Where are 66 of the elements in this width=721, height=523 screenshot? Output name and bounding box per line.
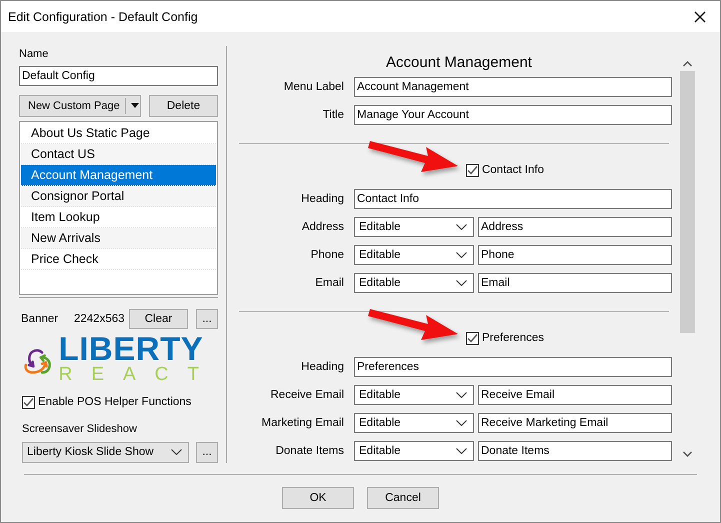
slideshow-dropdown[interactable]: Liberty Kiosk Slide Show [22,442,189,463]
mode-dropdown[interactable]: Editable [354,413,474,433]
page-list-item[interactable]: Price Check [21,248,216,270]
close-icon[interactable] [694,10,706,22]
text-field[interactable]: Receive Email [478,385,672,405]
chevron-down-icon [456,448,467,454]
text-field[interactable]: Manage Your Account [354,105,672,125]
page-list-item[interactable]: Consignor Portal [21,186,216,207]
banner-label: Banner [20,313,60,326]
mode-dropdown[interactable]: Editable [354,273,474,293]
field-label: Email [314,277,344,289]
page-list-item[interactable]: Contact US [21,144,216,165]
field-label: Menu Label [282,81,344,93]
name-field[interactable]: Default Config [19,66,218,86]
chevron-down-icon [456,224,467,230]
mode-dropdown[interactable]: Editable [354,245,474,265]
mode-dropdown[interactable]: Editable [354,441,474,461]
caret-icon [130,103,139,108]
text-field[interactable]: Contact Info [354,189,672,209]
field-label: Heading [300,193,344,205]
cancel-button[interactable]: Cancel [367,487,439,509]
text-field[interactable]: Receive Marketing Email [478,413,672,433]
text-field[interactable]: Donate Items [478,441,672,461]
browse-button[interactable]: ... [196,442,218,463]
text-field[interactable]: Preferences [354,357,672,377]
logo-wordmark: LIBERTY [58,334,204,364]
chevron-down-icon [456,392,467,398]
checkbox[interactable] [466,164,479,176]
field-label: Donate Items [274,445,344,457]
field-label: Address [300,221,344,233]
ok-button[interactable]: OK [282,487,354,509]
field-label: Heading [300,361,344,373]
window-title: Edit Configuration - Default Config [8,10,198,24]
checkbox-label: Preferences [482,332,544,344]
mode-dropdown[interactable]: Editable [354,385,474,405]
clear-button[interactable]: Clear [129,309,188,330]
scrollbar-thumb[interactable] [680,71,694,333]
checkbox-label: Enable POS Helper Functions [38,396,192,408]
logo-subtitle: REACT [58,364,218,386]
new-custom-page-button[interactable]: New Custom Page [19,94,141,117]
text-field[interactable]: Email [478,273,672,293]
field-label: Marketing Email [260,417,344,429]
chevron-down-icon [456,252,467,258]
slideshow-label: Screensaver Slideshow [21,422,138,436]
browse-button[interactable]: ... [196,309,218,330]
scroll-down-icon[interactable] [682,451,692,457]
checkbox[interactable] [466,332,479,344]
page-list-item[interactable]: Account Management [21,164,216,186]
field-label: Title [322,109,344,121]
checkbox[interactable] [22,396,35,409]
mode-dropdown[interactable]: Editable [354,217,474,237]
name-label: Name [19,47,50,61]
chevron-down-icon [171,449,182,456]
banner-size: 2242x563 [74,313,126,326]
text-field[interactable]: Phone [478,245,672,265]
text-field[interactable]: Address [478,217,672,237]
field-label: Phone [310,249,344,261]
field-label: Receive Email [270,389,344,401]
delete-button[interactable]: Delete [149,94,218,117]
chevron-down-icon [456,280,467,286]
page-heading: Account Management [385,54,533,72]
scroll-up-icon[interactable] [682,61,692,67]
page-list-item[interactable]: New Arrivals [21,228,216,249]
checkbox-label: Contact Info [482,164,544,176]
text-field[interactable]: Account Management [354,77,672,97]
chevron-down-icon [456,420,467,426]
